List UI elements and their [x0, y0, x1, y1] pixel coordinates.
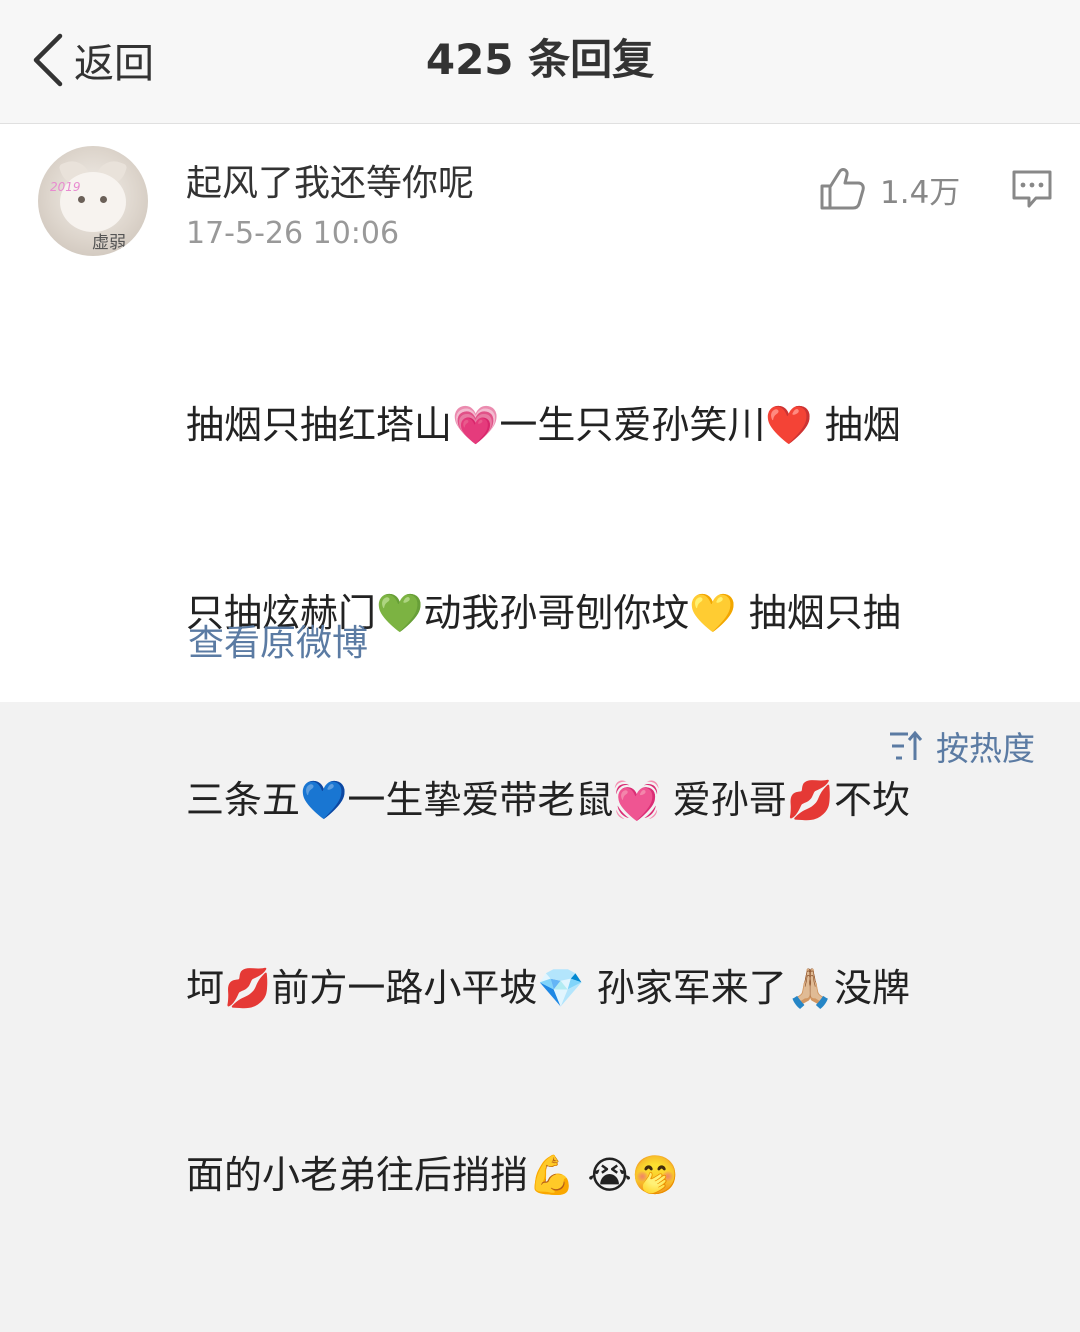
- like-count: 1.4万: [880, 174, 961, 211]
- username[interactable]: 起风了我还等你呢: [186, 162, 474, 206]
- sort-icon: [890, 730, 923, 760]
- timestamp: 17-5-26 10:06: [186, 216, 400, 251]
- comment-text-line: 抽烟只抽红塔山💗一生只爱孙笑川❤️ 抽烟: [186, 403, 901, 447]
- view-original-link[interactable]: 查看原微博: [188, 614, 368, 666]
- sort-label: 按热度: [936, 729, 1035, 768]
- avatar-caption: 虚弱: [92, 233, 126, 253]
- navigation-bar: 返回 425 条回复: [0, 0, 1080, 124]
- avatar-eye-left: [78, 196, 85, 203]
- comment-text: 抽烟只抽红塔山💗一生只爱孙笑川❤️ 抽烟 只抽炫赫门💚动我孙哥刨你坟💛 抽烟只抽…: [186, 269, 1026, 1332]
- avatar-watermark: 2019: [50, 180, 81, 194]
- thumbs-up-icon: [820, 168, 865, 210]
- page-title: 425 条回复: [425, 35, 655, 84]
- sort-button[interactable]: 按热度: [888, 722, 1035, 770]
- avatar[interactable]: 2019 虚弱: [38, 146, 148, 256]
- comment-icon: [1012, 170, 1052, 208]
- reply-button[interactable]: [1010, 168, 1054, 210]
- comment-text-line: 三条五💙一生挚爱带老鼠💓 爱孙哥💋不坎: [186, 778, 911, 822]
- comment-text-line: 面的小老弟往后捎捎💪 😭🤭: [186, 1153, 680, 1197]
- like-button[interactable]: 1.4万: [818, 166, 960, 212]
- comment-text-line: 坷💋前方一路小平坡💎 孙家军来了🙏🏼没牌: [186, 965, 911, 1010]
- avatar-eye-right: [100, 196, 107, 203]
- comment-card: 2019 虚弱 起风了我还等你呢 17-5-26 10:06 1.4万 抽烟只抽…: [0, 124, 1080, 1197]
